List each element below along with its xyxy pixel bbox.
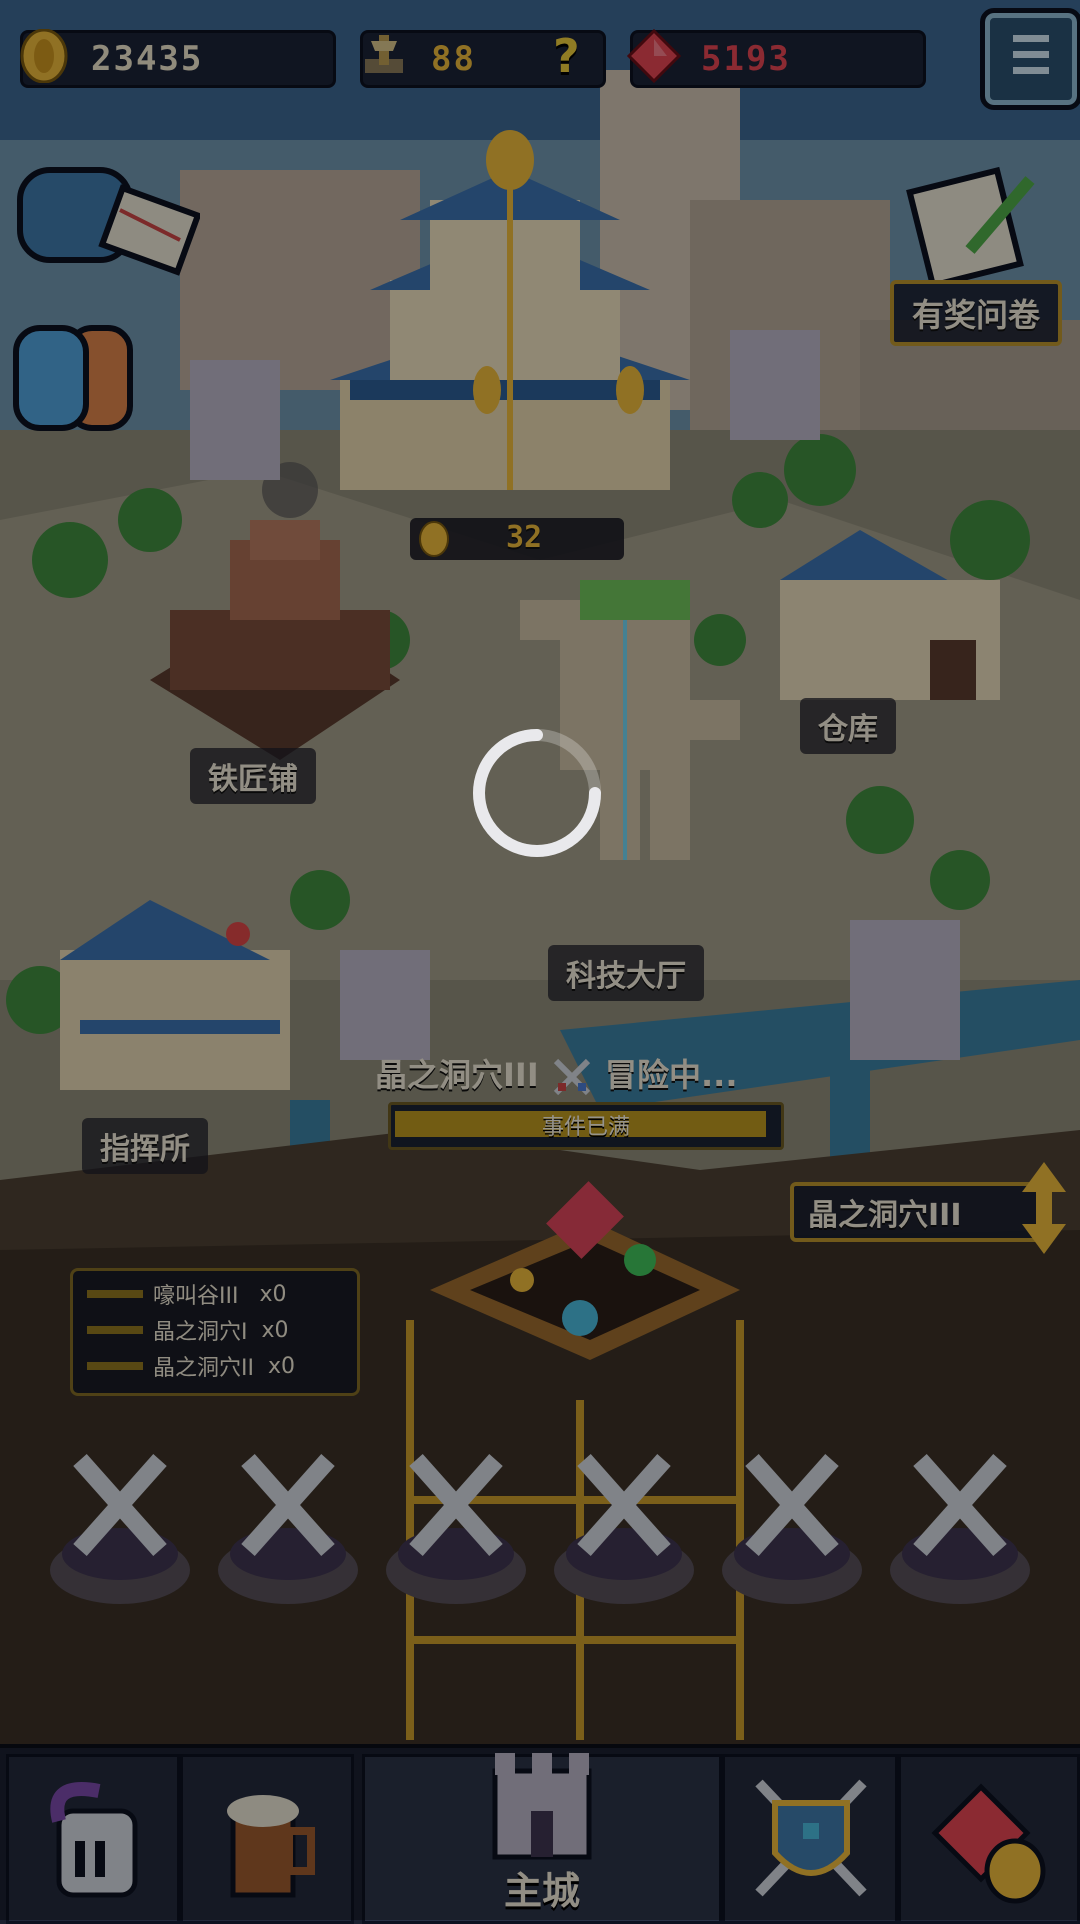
cave-name: 晶之洞穴II [153,1356,254,1381]
event-progress-text: 事件已满 [541,1115,630,1140]
menu-button[interactable] [980,8,1080,110]
main-city-label: 主城 [503,1869,580,1913]
shield-swords-icon [755,1779,867,1897]
bottom-nav: 主城 [0,1744,1080,1924]
expand-arrows-icon[interactable] [1018,1158,1070,1258]
friends-icon[interactable] [10,320,140,440]
nav-guild[interactable] [722,1754,898,1924]
cave-count: x0 [261,1317,289,1343]
expedition-title: 晶之洞穴III 冒险中... [375,1050,738,1097]
command-post-label[interactable]: 指挥所 [82,1118,208,1174]
nav-main-city[interactable]: 主城 [362,1753,722,1924]
warehouse-label[interactable]: 仓库 [800,698,896,754]
income-amount: 32 [506,520,543,555]
list-item[interactable]: 晶之洞穴I x0 [87,1315,289,1345]
beer-mug-icon [227,1795,315,1898]
cave-name: 嚎叫谷III [153,1284,239,1309]
nav-shop[interactable] [898,1754,1080,1924]
expedition-status: 冒险中... [605,1056,738,1094]
knight-helmet-icon [50,1782,138,1898]
gem-amount: 5193 [701,39,791,79]
gem-coin-icon [931,1783,1046,1904]
main-hall-income[interactable]: 32 [410,518,624,560]
loading-spinner-icon [473,729,601,857]
hammer-counter: 88 ? [360,29,606,88]
hammer-resource-icon [365,35,403,73]
castle-tower-icon [492,1753,592,1860]
help-icon[interactable]: ? [553,29,580,83]
tech-hall-label[interactable]: 科技大厅 [548,945,704,1001]
hammer-amount: 88 [431,39,476,79]
expedition-selector-label: 晶之洞穴III [808,1198,962,1233]
gold-counter: 23435 [20,29,336,88]
event-progress-bar: 事件已满 [388,1102,784,1150]
red-gem-icon [627,29,681,83]
survey-label[interactable]: 有奖问卷 [890,280,1063,346]
nav-tavern[interactable] [180,1754,354,1924]
smithy-label[interactable]: 铁匠铺 [190,748,316,804]
list-item[interactable]: 嚎叫谷III x0 [87,1279,286,1309]
gem-counter: 5193 [627,29,926,88]
expedition-location: 晶之洞穴III [375,1056,539,1094]
crossed-swords-icon [553,1058,590,1096]
mailbox-icon[interactable] [10,150,200,280]
gold-coin-icon [20,29,68,83]
cave-count: x0 [259,1281,287,1307]
gold-amount: 23435 [91,39,204,79]
expedition-selector[interactable]: 晶之洞穴III [790,1182,1046,1242]
survey-icon[interactable] [900,160,1050,280]
cave-name: 晶之洞穴I [153,1320,248,1345]
list-item[interactable]: 晶之洞穴II x0 [87,1351,295,1381]
cave-count: x0 [267,1353,296,1379]
cave-list-panel: 嚎叫谷III x0 晶之洞穴I x0 晶之洞穴II x0 [70,1268,360,1396]
gold-coin-icon [419,521,449,557]
nav-heroes[interactable] [6,1754,180,1924]
